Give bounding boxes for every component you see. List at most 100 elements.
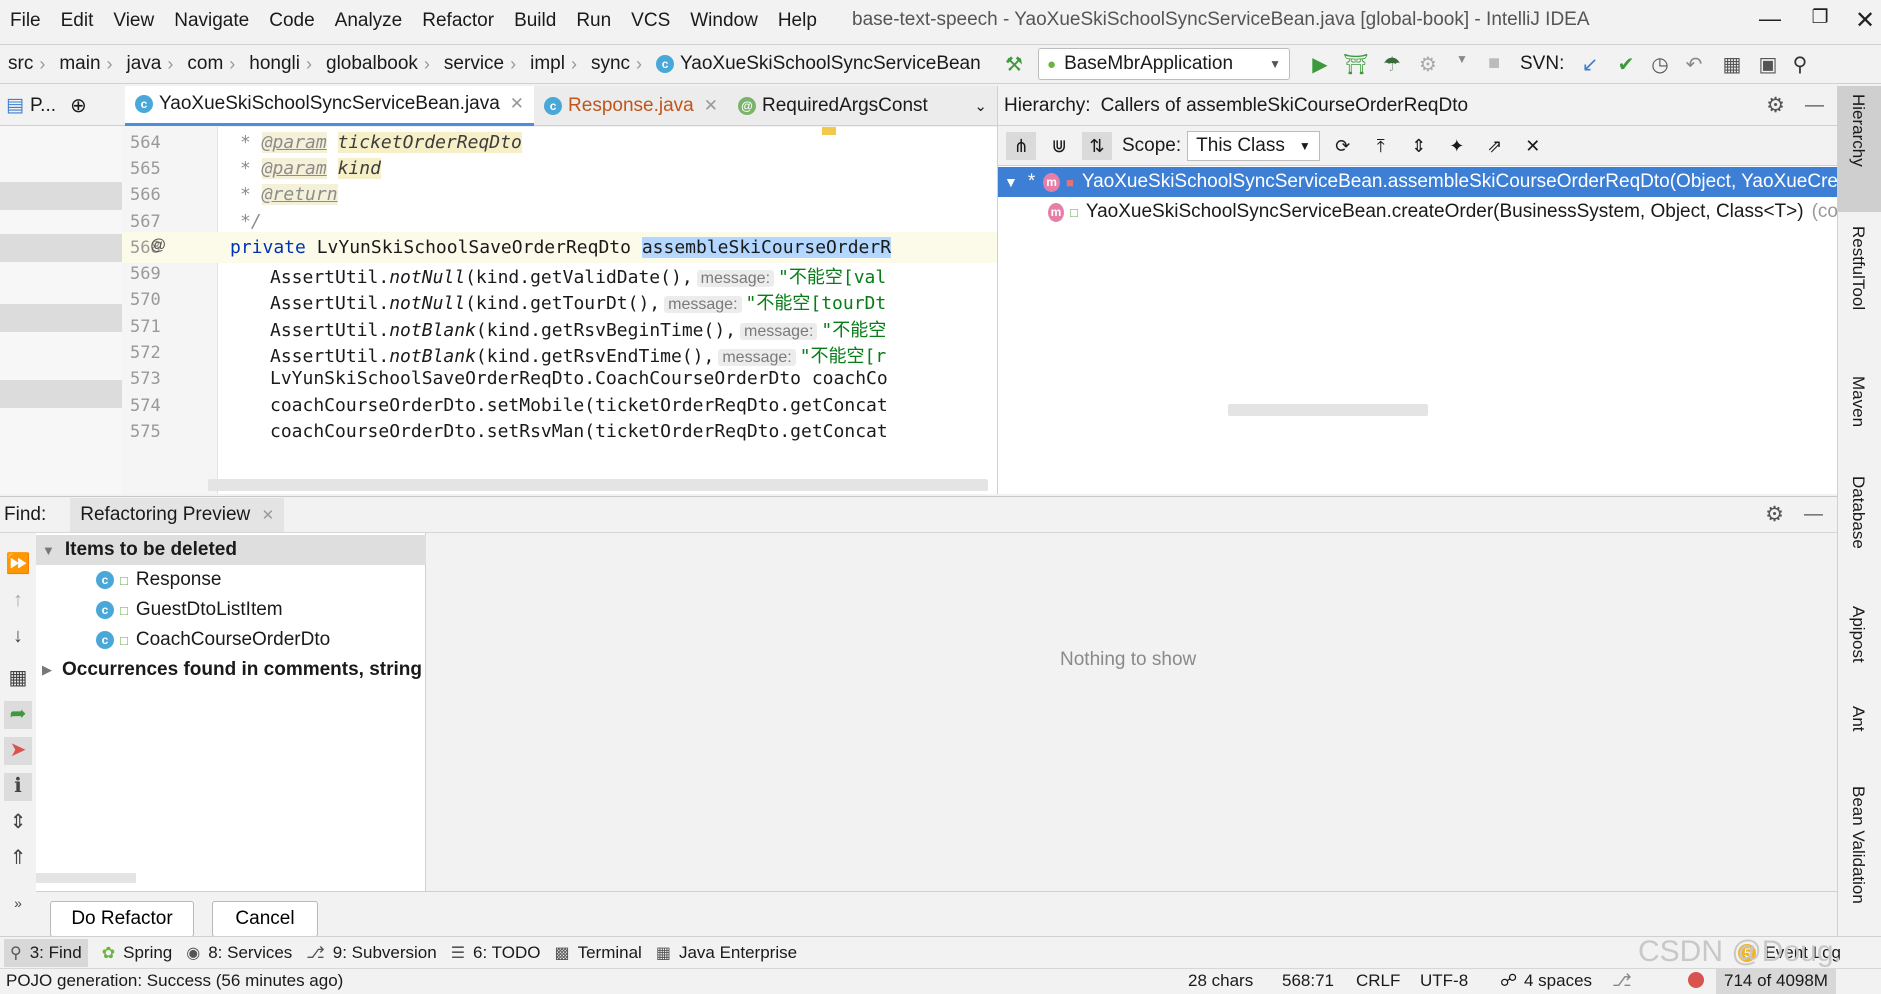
close-tab-icon[interactable]: ✕ bbox=[510, 94, 524, 114]
group-by-icon[interactable]: ▦ bbox=[4, 665, 32, 693]
tool-database[interactable]: Database bbox=[1848, 476, 1868, 549]
tree-group-occurrences[interactable]: ▶ Occurrences found in comments, string bbox=[36, 655, 426, 685]
menu-window[interactable]: Window bbox=[680, 10, 768, 32]
tool-services[interactable]: ◉ 8: Services bbox=[186, 943, 292, 963]
project-tool-tab[interactable]: ▤ P... ⊕ bbox=[0, 86, 125, 126]
rerun-icon[interactable]: ⏩ bbox=[4, 551, 32, 579]
hide-panel-icon[interactable]: — bbox=[1804, 504, 1823, 526]
more-icon[interactable]: » bbox=[4, 895, 32, 923]
profile-icon[interactable]: ⚙ bbox=[1414, 52, 1442, 78]
rollback-icon[interactable]: ↶ bbox=[1680, 52, 1708, 78]
menu-analyze[interactable]: Analyze bbox=[325, 10, 413, 32]
menu-edit[interactable]: Edit bbox=[51, 10, 104, 32]
minimize-button[interactable]: — bbox=[1750, 6, 1790, 36]
close-tab-icon[interactable]: ✕ bbox=[262, 507, 275, 524]
tool-java-enterprise[interactable]: ▦ Java Enterprise bbox=[656, 943, 797, 963]
project-tree-row[interactable] bbox=[0, 304, 122, 332]
next-occurrence-icon[interactable]: ↓ bbox=[4, 625, 32, 653]
expand-all-icon[interactable]: ⇕ bbox=[1404, 132, 1434, 160]
status-caret-position[interactable]: 568:71 bbox=[1282, 971, 1334, 991]
hierarchy-child-node[interactable]: m □ YaoXueSkiSchoolSyncServiceBean.creat… bbox=[998, 197, 1838, 227]
pin-icon[interactable]: ✦ bbox=[1442, 132, 1472, 160]
exclude-icon[interactable]: ➤ bbox=[4, 737, 32, 765]
stop-icon[interactable]: ■ bbox=[1480, 52, 1508, 78]
hierarchy-horizontal-scrollbar[interactable] bbox=[1228, 404, 1428, 416]
tab-required-args-const[interactable]: @ RequiredArgsConst bbox=[728, 86, 938, 126]
breadcrumb-globalbook[interactable]: globalbook › bbox=[318, 53, 436, 75]
presentation-icon[interactable]: ▣ bbox=[1754, 52, 1782, 78]
tool-maven[interactable]: Maven bbox=[1848, 376, 1868, 427]
tree-item[interactable]: c □ CoachCourseOrderDto bbox=[36, 625, 426, 655]
tool-spring[interactable]: ✿ Spring bbox=[102, 943, 173, 963]
restore-button[interactable]: ❐ bbox=[1800, 6, 1840, 36]
code-editor[interactable]: 564 * @param ticketOrderReqDto 565 * @pa… bbox=[122, 127, 997, 494]
gear-icon[interactable]: ⚙ bbox=[1766, 93, 1785, 118]
run-icon[interactable]: ▶ bbox=[1306, 52, 1334, 78]
tree-item[interactable]: c □ GuestDtoListItem bbox=[36, 595, 426, 625]
breadcrumb-java[interactable]: java › bbox=[119, 53, 180, 75]
menu-code[interactable]: Code bbox=[259, 10, 324, 32]
callee-hierarchy-icon[interactable]: ⋓ bbox=[1044, 132, 1074, 160]
run-configuration-select[interactable]: ● BaseMbrApplication ▼ bbox=[1038, 48, 1290, 80]
svn-commit-icon[interactable]: ✔ bbox=[1612, 52, 1640, 78]
cancel-button[interactable]: Cancel bbox=[212, 901, 318, 937]
tab-refactoring-preview[interactable]: Refactoring Preview ✕ bbox=[70, 497, 285, 532]
export-icon[interactable]: ⤒ bbox=[1366, 132, 1396, 160]
menu-build[interactable]: Build bbox=[504, 10, 566, 32]
project-tree-row[interactable] bbox=[0, 182, 122, 210]
status-encoding[interactable]: UTF-8 bbox=[1420, 971, 1468, 991]
tool-todo[interactable]: ☰ 6: TODO bbox=[451, 943, 541, 963]
close-window-button[interactable]: ✕ bbox=[1845, 6, 1881, 36]
tool-find[interactable]: ⚲ 3: Find bbox=[4, 938, 88, 967]
do-refactor-button[interactable]: Do Refactor bbox=[50, 901, 194, 937]
tab-response-java[interactable]: c Response.java ✕ bbox=[534, 86, 728, 126]
tool-subversion[interactable]: ⎇ 9: Subversion bbox=[306, 943, 436, 963]
svn-update-icon[interactable]: ↙ bbox=[1576, 52, 1604, 78]
menu-vcs[interactable]: VCS bbox=[621, 10, 680, 32]
tree-horizontal-scrollbar[interactable] bbox=[36, 873, 136, 883]
project-tree-row[interactable] bbox=[0, 234, 122, 262]
collapse-triangle-icon[interactable]: ▼ bbox=[42, 543, 55, 558]
profile-dropdown-icon[interactable]: ▼ bbox=[1448, 52, 1476, 78]
tree-group-items-to-delete[interactable]: ▼ Items to be deleted bbox=[36, 535, 426, 565]
coverage-icon[interactable]: ☂ bbox=[1378, 52, 1406, 78]
status-indent[interactable]: 4 spaces bbox=[1524, 971, 1592, 991]
merge-icon[interactable]: ➦ bbox=[4, 701, 32, 729]
collapse-triangle-icon[interactable]: ▼ bbox=[1004, 174, 1018, 190]
history-clock-icon[interactable]: ◷ bbox=[1646, 52, 1674, 78]
debug-bug-icon[interactable]: ⛩ bbox=[1342, 52, 1370, 78]
tree-item[interactable]: c □ Response bbox=[36, 565, 426, 595]
tool-apipost[interactable]: Apipost bbox=[1848, 606, 1868, 663]
search-icon[interactable]: ⚲ bbox=[1786, 52, 1814, 78]
project-structure-icon[interactable]: ▦ bbox=[1718, 52, 1746, 78]
refresh-icon[interactable]: ⟳ bbox=[1328, 132, 1358, 160]
tool-hierarchy[interactable]: Hierarchy bbox=[1848, 94, 1868, 167]
previous-occurrence-icon[interactable]: ↑ bbox=[4, 589, 32, 617]
menu-navigate[interactable]: Navigate bbox=[164, 10, 259, 32]
error-indicator-icon[interactable] bbox=[1688, 972, 1704, 988]
lock-icon[interactable]: ☍ bbox=[1500, 971, 1517, 991]
info-icon[interactable]: ℹ bbox=[4, 773, 32, 801]
collapse-all-icon[interactable]: ⇑ bbox=[4, 845, 32, 873]
close-tab-icon[interactable]: ✕ bbox=[704, 96, 718, 116]
breadcrumb-service[interactable]: service › bbox=[436, 53, 522, 75]
tool-terminal[interactable]: ▩ Terminal bbox=[554, 943, 641, 963]
caller-hierarchy-icon[interactable]: ⋔ bbox=[1006, 131, 1036, 160]
tool-bean-validation[interactable]: Bean Validation bbox=[1848, 786, 1868, 904]
scope-select[interactable]: This Class ▼ bbox=[1187, 130, 1320, 161]
expand-all-icon[interactable]: ⇕ bbox=[4, 809, 32, 837]
editor-horizontal-scrollbar[interactable] bbox=[208, 479, 988, 491]
menu-file[interactable]: File bbox=[0, 10, 51, 32]
breadcrumb-hongli[interactable]: hongli › bbox=[241, 53, 318, 75]
gear-icon[interactable]: ⚙ bbox=[1765, 502, 1784, 527]
tool-restfultool[interactable]: RestfulTool bbox=[1848, 226, 1868, 310]
status-line-separator[interactable]: CRLF bbox=[1356, 971, 1400, 991]
status-message[interactable]: POJO generation: Success (56 minutes ago… bbox=[6, 971, 343, 991]
open-in-new-icon[interactable]: ⇗ bbox=[1480, 132, 1510, 160]
menu-view[interactable]: View bbox=[103, 10, 164, 32]
tabs-overflow-chevron-icon[interactable]: ⌄ bbox=[974, 97, 997, 115]
close-icon[interactable]: ✕ bbox=[1518, 132, 1548, 160]
project-tree-row[interactable] bbox=[0, 380, 122, 408]
hide-panel-icon[interactable]: — bbox=[1805, 95, 1824, 117]
menu-run[interactable]: Run bbox=[566, 10, 621, 32]
